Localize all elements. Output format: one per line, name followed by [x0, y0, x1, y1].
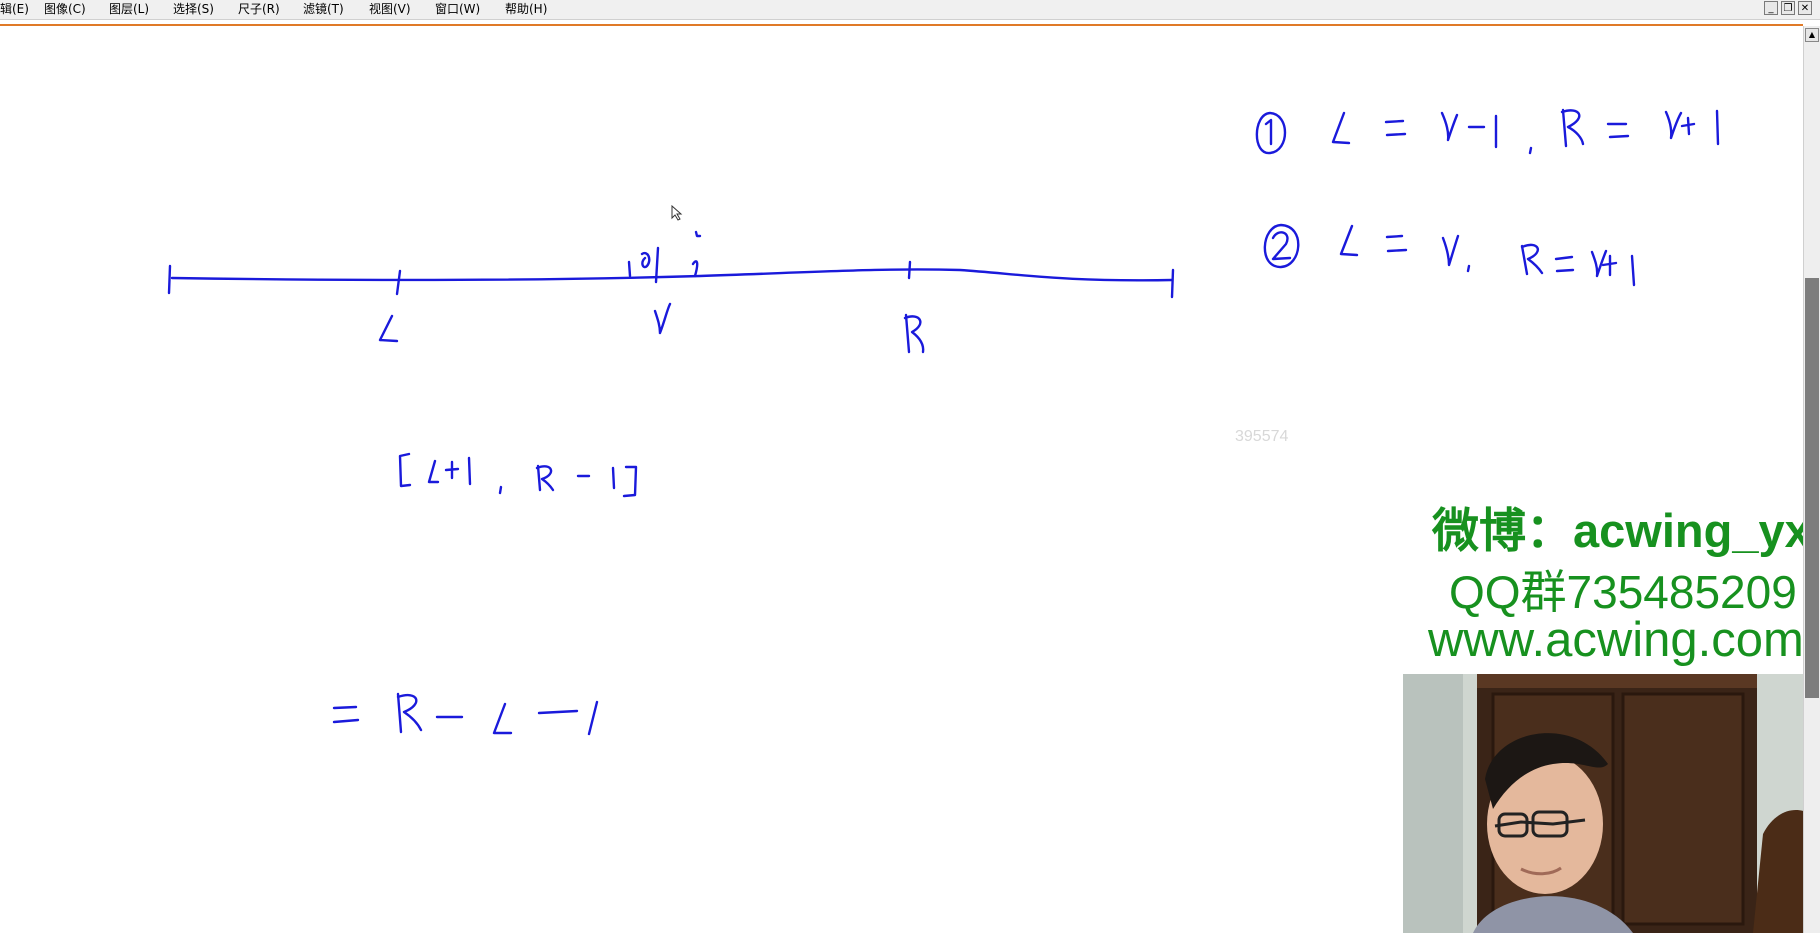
interval-L — [427, 459, 440, 484]
case1-L — [1331, 111, 1351, 145]
case2-i2 — [1590, 249, 1608, 278]
interval-open-bracket — [398, 452, 412, 488]
interval-one — [467, 456, 472, 486]
case2-plus1 — [1601, 254, 1636, 287]
whiteboard-canvas[interactable]: 395574 微博：acwing_yxc QQ群735485209 www.ac… — [0, 26, 1820, 933]
line-end-left — [167, 264, 172, 295]
interval-R — [535, 464, 555, 492]
scribble-i-right — [691, 230, 702, 278]
vertical-scrollbar[interactable]: ▲ — [1803, 26, 1820, 933]
scribble-i-left — [627, 251, 651, 278]
interval-comma — [498, 485, 503, 495]
length-L — [492, 702, 513, 735]
label-i — [653, 302, 672, 335]
case1-i1 — [1440, 111, 1459, 142]
menu-bar: 辑(E) 图像(C) 图层(L) 选择(S) 尺子(R) 滤镜(T) 视图(V)… — [0, 0, 1820, 20]
menu-filter[interactable]: 滤镜(T) — [303, 1, 344, 17]
scroll-up-icon: ▲ — [1808, 30, 1816, 39]
length-minus2 — [537, 709, 579, 715]
weibo-handle: 微博：acwing_yxc — [1432, 504, 1820, 557]
case1-plus1 — [1680, 109, 1720, 146]
cursor-icon — [671, 205, 683, 221]
case2-two — [1271, 231, 1292, 261]
close-icon: ✕ — [1800, 3, 1810, 14]
watermark-number: 395574 — [1235, 428, 1289, 445]
menu-window[interactable]: 窗口(W) — [435, 1, 480, 17]
length-equals — [332, 705, 360, 724]
case1-comma — [1528, 146, 1533, 155]
menu-help[interactable]: 帮助(H) — [505, 1, 547, 17]
tick-R — [907, 260, 912, 280]
line-end-right — [1170, 268, 1175, 299]
menu-layer[interactable]: 图层(L) — [109, 1, 149, 17]
interval-plus — [444, 460, 460, 480]
interval-one2 — [611, 466, 616, 490]
case2-comma — [1466, 264, 1471, 273]
label-L — [378, 314, 399, 343]
webcam-overlay — [1403, 674, 1820, 933]
label-R — [903, 313, 925, 354]
case2-R — [1520, 243, 1544, 276]
menu-ruler[interactable]: 尺子(R) — [238, 1, 280, 17]
menu-view[interactable]: 视图(V) — [369, 1, 411, 17]
scroll-thumb[interactable] — [1805, 278, 1819, 698]
scroll-up-button[interactable]: ▲ — [1805, 28, 1819, 42]
interval-close-bracket — [622, 465, 638, 498]
website: www.acwing.com — [1428, 613, 1804, 667]
case2-equals2 — [1554, 255, 1575, 273]
case2-L — [1339, 224, 1359, 257]
webcam-image — [1403, 674, 1820, 933]
restore-button[interactable]: ❐ — [1781, 1, 1795, 15]
case1-equals1 — [1384, 119, 1407, 137]
restore-icon: ❐ — [1783, 3, 1793, 14]
case1-i2 — [1664, 110, 1683, 140]
length-R — [396, 692, 423, 734]
case1-R — [1560, 108, 1585, 148]
minimize-button[interactable]: _ — [1764, 1, 1778, 15]
case2-i — [1441, 234, 1460, 267]
case1-one — [1264, 118, 1273, 146]
case1-minus1 — [1467, 114, 1498, 149]
case1-equals2 — [1606, 122, 1630, 139]
length-one — [587, 700, 599, 736]
case2-equals1 — [1385, 234, 1408, 253]
menu-image[interactable]: 图像(C) — [44, 1, 86, 17]
tick-L — [395, 269, 402, 296]
close-button[interactable]: ✕ — [1798, 1, 1812, 15]
menu-edit[interactable]: 辑(E) — [0, 1, 29, 17]
minimize-icon: _ — [1768, 3, 1774, 14]
menu-select[interactable]: 选择(S) — [173, 1, 214, 17]
number-line — [170, 268, 1174, 282]
